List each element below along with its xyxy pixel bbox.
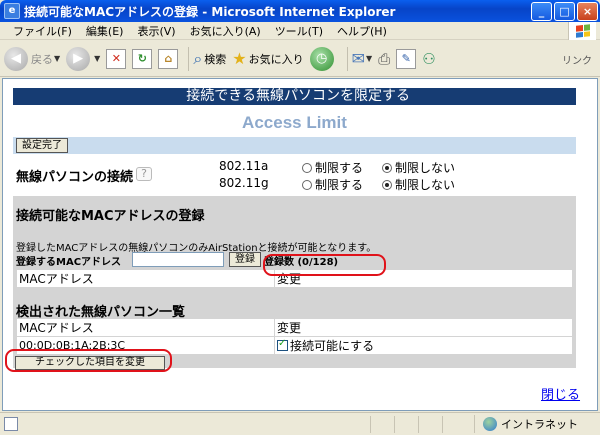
save-row: 設定完了 — [13, 137, 576, 154]
menu-bar: ファイル(F) 編集(E) 表示(V) お気に入り(A) ツール(T) ヘルプ(… — [0, 22, 600, 40]
toolbar-divider — [188, 46, 190, 71]
mail-button[interactable]: ✉ ▼ — [352, 49, 373, 68]
search-icon: ⌕ — [193, 48, 203, 68]
register-title: 接続可能なMACアドレスの登録 — [16, 209, 205, 224]
menu-tools[interactable]: ツール(T) — [268, 23, 330, 39]
status-divider — [442, 416, 443, 433]
star-icon: ★ — [232, 49, 247, 68]
menu-help[interactable]: ヘルプ(H) — [330, 23, 394, 39]
window-titlebar: e 接続可能なMACアドレスの登録 - Microsoft Internet E… — [0, 0, 600, 22]
windows-logo-icon — [568, 22, 596, 40]
status-bar: イントラネット — [0, 412, 600, 435]
menu-view[interactable]: 表示(V) — [130, 23, 182, 39]
forward-arrow-icon: ▶ — [66, 46, 91, 71]
restrict-g-label: 制限する — [315, 178, 364, 192]
home-icon: ⌂ — [158, 48, 179, 69]
save-settings-button[interactable]: 設定完了 — [16, 138, 68, 153]
mail-icon: ✉ — [351, 49, 366, 68]
window-title: 接続可能なMACアドレスの登録 - Microsoft Internet Exp… — [24, 4, 396, 19]
radio-icon — [302, 162, 312, 173]
messenger-icon: ⚇ — [422, 49, 436, 68]
chevron-down-icon: ▼ — [366, 54, 373, 63]
no-restrict-g-radio[interactable]: 制限しない — [382, 176, 455, 193]
refresh-icon: ↻ — [132, 48, 153, 69]
maximize-button[interactable]: □ — [554, 1, 575, 21]
band-label-g: 802.11g — [219, 176, 269, 190]
no-restrict-a-label: 制限しない — [395, 161, 456, 175]
history-button[interactable]: ◷ — [309, 46, 337, 71]
no-restrict-a-radio[interactable]: 制限しない — [382, 159, 455, 176]
search-label: 検索 — [204, 52, 227, 66]
chevron-down-icon: ▼ — [94, 54, 101, 63]
close-link[interactable]: 閉じる — [541, 384, 580, 403]
help-icon[interactable]: ? — [136, 167, 152, 181]
ie-app-icon: e — [4, 3, 20, 19]
restrict-a-label: 制限する — [315, 161, 364, 175]
home-button[interactable]: ⌂ — [158, 48, 179, 69]
search-button[interactable]: ⌕ 検索 — [193, 49, 226, 69]
status-divider — [418, 416, 419, 433]
favorites-button[interactable]: ★ お気に入り — [232, 49, 303, 68]
scrollbar[interactable] — [585, 79, 597, 410]
mac-input-label: 登録するMACアドレス — [16, 257, 122, 268]
back-button[interactable]: ◀ 戻る ▼ — [4, 46, 61, 71]
register-button[interactable]: 登録 — [229, 252, 261, 267]
mac-address-input[interactable] — [132, 252, 224, 267]
security-zone: イントラネット — [474, 415, 588, 433]
page-status-icon — [4, 417, 18, 431]
toolbar-divider — [346, 46, 348, 71]
highlight-button-annotation — [5, 349, 172, 372]
edit-page-icon: ✎ — [396, 48, 417, 69]
chevron-down-icon: ▼ — [54, 54, 61, 63]
messenger-button[interactable]: ⚇ — [422, 50, 435, 68]
wireless-connection-row: 無線パソコンの接続 ? 802.11a 802.11g 制限する 制限しない 制… — [13, 156, 576, 196]
edit-button[interactable]: ✎ — [396, 48, 417, 69]
band-label-a: 802.11a — [219, 159, 269, 173]
radio-icon — [302, 179, 312, 190]
back-label: 戻る — [31, 52, 53, 66]
allow-connection-checkbox[interactable] — [277, 338, 288, 351]
page-heading: 接続できる無線パソコンを限定する — [13, 88, 576, 105]
minimize-button[interactable]: _ — [531, 1, 552, 21]
detected-action-cell: 接続可能にする — [274, 336, 573, 355]
menu-edit[interactable]: 編集(E) — [79, 23, 131, 39]
back-arrow-icon: ◀ — [4, 46, 28, 71]
page-subtitle: Access Limit — [242, 113, 347, 132]
wireless-connection-label: 無線パソコンの接続 — [16, 170, 134, 185]
favorites-label: お気に入り — [248, 52, 304, 66]
print-button[interactable]: ⎙ — [378, 50, 390, 68]
history-icon: ◷ — [309, 46, 334, 71]
menu-file[interactable]: ファイル(F) — [6, 23, 79, 39]
menu-favorites[interactable]: お気に入り(A) — [183, 23, 268, 39]
forward-button[interactable]: ▶ ▼ — [66, 46, 101, 71]
refresh-button[interactable]: ↻ — [132, 48, 153, 69]
radio-selected-icon — [382, 179, 392, 190]
allow-connection-label: 接続可能にする — [290, 339, 375, 353]
table-header-row: MACアドレス 変更 — [16, 318, 573, 337]
column-header-mac: MACアドレス — [16, 269, 275, 288]
links-label[interactable]: リンク — [562, 52, 592, 67]
column-header-change: 変更 — [274, 318, 573, 337]
no-restrict-g-label: 制限しない — [395, 178, 456, 192]
stop-button[interactable]: ✕ — [106, 48, 127, 69]
restrict-g-radio[interactable]: 制限する — [302, 176, 363, 193]
stop-icon: ✕ — [106, 48, 127, 69]
zone-label: イントラネット — [501, 418, 578, 431]
column-header-mac: MACアドレス — [16, 318, 275, 337]
mac-registration-section: 接続可能なMACアドレスの登録 登録したMACアドレスの無線パソコンのみAirS… — [13, 196, 576, 370]
highlight-checkbox-annotation — [263, 254, 386, 276]
close-window-button[interactable]: × — [577, 1, 598, 21]
printer-icon: ⎙ — [378, 49, 391, 68]
status-divider — [394, 416, 395, 433]
restrict-a-radio[interactable]: 制限する — [302, 159, 363, 176]
toolbar: ◀ 戻る ▼ ▶ ▼ ✕ ↻ ⌂ ⌕ 検索 ★ お気に入り ◷ ✉ ▼ ⎙ ✎ … — [0, 41, 600, 77]
intranet-icon — [483, 417, 497, 431]
status-divider — [370, 416, 371, 433]
radio-selected-icon — [382, 162, 392, 173]
